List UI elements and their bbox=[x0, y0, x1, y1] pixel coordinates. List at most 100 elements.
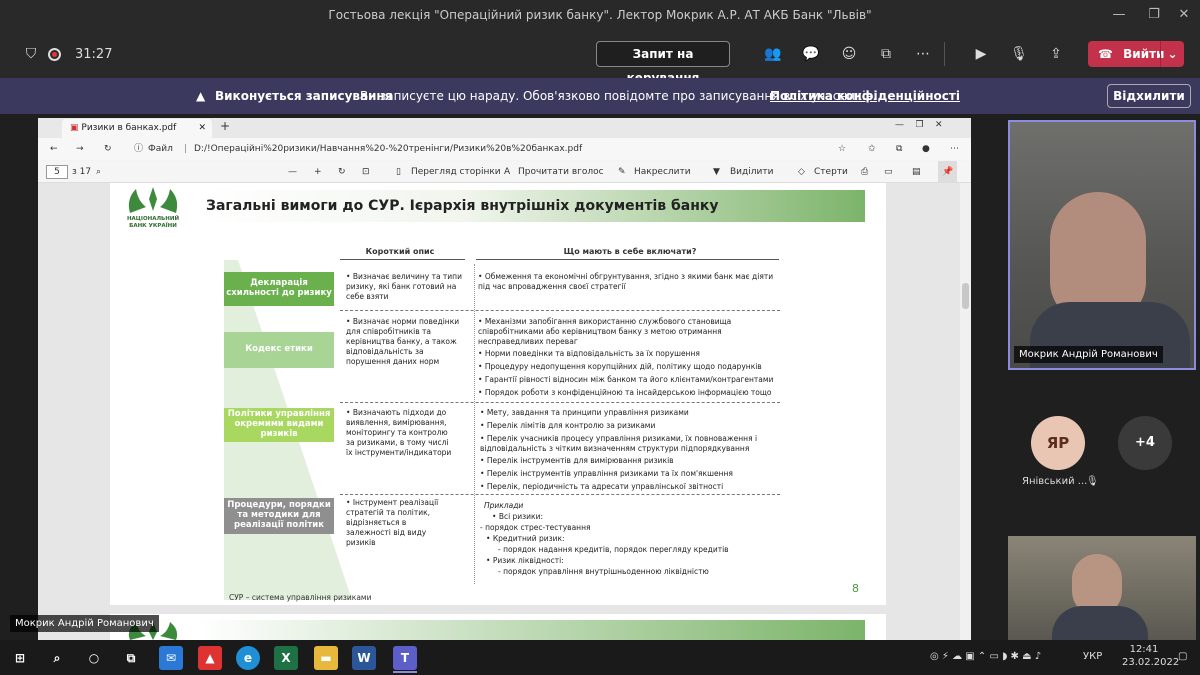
favorite-icon[interactable]: ☆ bbox=[838, 138, 846, 160]
dismiss-button[interactable]: Відхилити bbox=[1107, 84, 1191, 108]
zoom-out-icon[interactable]: — bbox=[288, 161, 297, 183]
request-control-button[interactable]: Запит на керування bbox=[596, 41, 730, 85]
close-icon[interactable]: ✕ bbox=[1166, 0, 1200, 30]
read-aloud-icon[interactable]: A bbox=[504, 161, 510, 183]
detail-text: порядок управління внутрішньоденною лікв… bbox=[503, 567, 709, 576]
nbu-logo-text: НАЦІОНАЛЬНИЙ БАНК УКРАЇНИ bbox=[126, 216, 180, 229]
examples-heading: Приклади bbox=[484, 501, 524, 510]
browser-menu-icon[interactable]: ⋯ bbox=[950, 138, 959, 160]
browser-tab[interactable]: ▣ Ризики в банках.pdf ✕ bbox=[62, 119, 212, 138]
col-include-header: Що мають в себе включати? bbox=[563, 247, 697, 256]
forward-icon[interactable]: → bbox=[76, 138, 84, 160]
shield-icon: ⛉ bbox=[25, 46, 37, 62]
leave-button[interactable]: ☎ Вийти ⌄ bbox=[1088, 41, 1184, 67]
column-separator bbox=[474, 264, 475, 584]
app-icon[interactable]: ▲ bbox=[198, 646, 222, 670]
detail-text: Гарантії рівності відносин між банком та… bbox=[484, 375, 774, 384]
teams-icon[interactable]: T bbox=[393, 646, 417, 670]
file-explorer-icon[interactable]: ▬ bbox=[314, 646, 338, 670]
row-desc-policies: • Визначають підходи до виявлення, вимір… bbox=[346, 408, 452, 457]
chevron-down-icon[interactable]: ⌄ bbox=[1160, 41, 1184, 67]
page-number-input[interactable]: 5 bbox=[46, 165, 68, 179]
highlight-icon[interactable]: ▼ bbox=[713, 161, 720, 183]
row-label-procedures: Процедури, порядки та методики для реалі… bbox=[224, 498, 334, 534]
share-tray-icon[interactable]: ⇪ bbox=[1045, 44, 1067, 64]
search-icon[interactable]: ⌕ bbox=[96, 161, 101, 183]
more-participants[interactable]: +4 bbox=[1118, 416, 1172, 470]
detail-item: • Кредитний ризик: bbox=[486, 534, 565, 543]
window-title: Гостьова лекція "Операційний ризик банку… bbox=[328, 8, 872, 22]
camera-icon[interactable]: ▶ bbox=[970, 44, 992, 64]
fit-page-icon[interactable]: ⊡ bbox=[362, 161, 370, 183]
privacy-link[interactable]: Політика конфіденційності bbox=[770, 78, 960, 114]
edge-icon[interactable]: e bbox=[236, 646, 260, 670]
row-label-policies: Політики управління окремими видами ризи… bbox=[224, 408, 334, 442]
language-indicator[interactable]: УКР bbox=[1083, 651, 1102, 662]
zoom-in-icon[interactable]: + bbox=[314, 161, 322, 183]
recording-icon bbox=[48, 48, 61, 61]
erase-button[interactable]: Стерти bbox=[814, 161, 848, 183]
minimize-icon[interactable]: — bbox=[1101, 0, 1137, 30]
erase-icon[interactable]: ◇ bbox=[798, 161, 805, 183]
pdf-toolbar: 5 з 17 ⌕ — + ↻ ⊡ ▯ Перегляд сторінки A П… bbox=[38, 161, 971, 183]
scrollbar-thumb[interactable] bbox=[962, 283, 969, 309]
row-details-policies: • Мету, завдання та принципи управління … bbox=[480, 408, 770, 492]
detail-item: • Гарантії рівності відносин між банком … bbox=[478, 375, 774, 384]
refresh-icon[interactable]: ↻ bbox=[104, 138, 112, 160]
clock[interactable]: 12:41 23.02.2022 bbox=[1122, 644, 1179, 668]
highlight-button[interactable]: Виділити bbox=[730, 161, 773, 183]
detail-text: Процедуру недопущення корупційних дій, п… bbox=[484, 362, 762, 371]
save-as-icon[interactable]: ▤ bbox=[912, 161, 921, 183]
window-title-bar: Гостьова лекція "Операційний ризик банку… bbox=[0, 0, 1200, 30]
new-tab-icon[interactable]: + bbox=[220, 119, 230, 133]
detail-item: • Перелік інструментів управління ризика… bbox=[480, 469, 733, 478]
pin-icon[interactable]: 📌 bbox=[938, 161, 958, 183]
tab-close-icon[interactable]: ✕ bbox=[198, 119, 206, 138]
system-tray-icons[interactable]: ◎ ⚡ ☁ ▣ ⌃ ▭ ◗ ✱ ⏏ ♪ bbox=[930, 651, 1041, 662]
profile-icon[interactable]: ● bbox=[922, 138, 930, 160]
favorites-icon[interactable]: ✩ bbox=[868, 138, 876, 160]
task-view-icon[interactable]: ⧉ bbox=[119, 646, 143, 670]
browser-window-controls[interactable]: — ❐ ✕ bbox=[895, 120, 943, 130]
draw-button[interactable]: Накреслити bbox=[634, 161, 691, 183]
recording-banner: ▲ Виконується записування Ви записуєте ц… bbox=[0, 78, 1200, 114]
speaker-video-tile[interactable]: Мокрик Андрій Романович bbox=[1008, 120, 1196, 370]
detail-text: Всі ризики: bbox=[498, 512, 543, 521]
back-icon[interactable]: ← bbox=[50, 138, 58, 160]
pdf-scrollbar[interactable] bbox=[960, 183, 971, 640]
draw-icon[interactable]: ✎ bbox=[618, 161, 626, 183]
slide-title: Загальні вимоги до СУР. Ієрархія внутріш… bbox=[200, 190, 865, 222]
rotate-icon[interactable]: ↻ bbox=[338, 161, 346, 183]
self-body bbox=[1052, 606, 1148, 640]
mic-muted-icon[interactable]: 🎙 bbox=[1008, 44, 1030, 64]
detail-item: • Порядок роботи з конфіденційною та інс… bbox=[478, 388, 772, 397]
detail-item: Обмеження та економічні обгрунтування, з… bbox=[478, 272, 774, 291]
detail-item: • Механізми запобігання використанню слу… bbox=[478, 317, 732, 346]
self-video-tile[interactable] bbox=[1008, 536, 1196, 640]
read-aloud-button[interactable]: Прочитати вголос bbox=[518, 161, 604, 183]
mail-icon[interactable]: ✉ bbox=[159, 646, 183, 670]
slide-footer: СУР – система управління ризиками bbox=[229, 593, 372, 602]
print-icon[interactable]: ⎙ bbox=[861, 161, 868, 183]
more-options-icon[interactable]: ⋯ bbox=[912, 44, 934, 64]
page-view-icon[interactable]: ▯ bbox=[396, 161, 401, 183]
cortana-icon[interactable]: ○ bbox=[82, 646, 106, 670]
notifications-icon[interactable]: ▢ bbox=[1178, 651, 1187, 662]
save-icon[interactable]: ▭ bbox=[884, 161, 893, 183]
word-icon[interactable]: W bbox=[352, 646, 376, 670]
detail-text: Норми поведінки та відповідальність за ї… bbox=[484, 349, 700, 358]
row-details-declaration: • Обмеження та економічні обгрунтування,… bbox=[478, 272, 774, 291]
rooms-icon[interactable]: ⧉ bbox=[875, 44, 897, 64]
excel-icon[interactable]: X bbox=[274, 646, 298, 670]
windows-start-icon[interactable]: ⊞ bbox=[8, 646, 32, 670]
address-url[interactable]: D:/!Операційні%20ризики/Навчання%20-%20т… bbox=[194, 138, 582, 160]
participants-icon[interactable]: 👥 bbox=[762, 44, 784, 64]
collections-icon[interactable]: ⧉ bbox=[896, 138, 902, 160]
row-details-procedures: Приклади • Всі ризики: - порядок стрес-т… bbox=[480, 500, 770, 577]
chat-icon[interactable]: 💬 bbox=[800, 44, 822, 64]
search-icon[interactable]: ⌕ bbox=[45, 646, 69, 670]
warning-icon: ▲ bbox=[196, 89, 206, 103]
participant-avatar[interactable]: ЯР bbox=[1031, 416, 1085, 470]
reactions-icon[interactable]: ☺ bbox=[838, 44, 860, 64]
page-view-button[interactable]: Перегляд сторінки bbox=[411, 161, 501, 183]
